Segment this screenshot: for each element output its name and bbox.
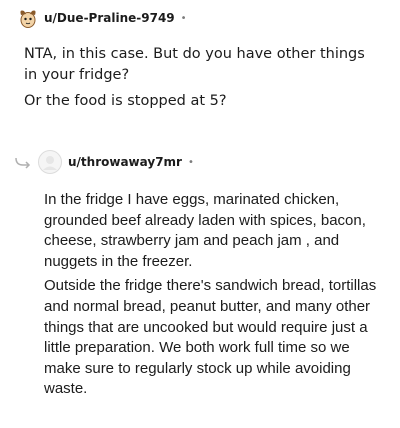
reply-body: In the fridge I have eggs, marinated chi…: [44, 190, 380, 404]
reply-arrow-icon: [14, 155, 32, 169]
comment-paragraph: NTA, in this case. But do you have other…: [24, 46, 365, 83]
comment-username[interactable]: u/Due-Praline-9749: [44, 11, 175, 25]
reply-username[interactable]: u/throwaway7mr: [68, 155, 182, 169]
separator-dot: •: [180, 12, 187, 24]
reply-header: u/throwaway7mr •: [14, 150, 194, 174]
reply-paragraph: In the fridge I have eggs, marinated chi…: [44, 191, 366, 270]
default-avatar-icon[interactable]: [38, 150, 62, 174]
reply-paragraph: Outside the fridge there's sandwich brea…: [44, 277, 377, 398]
comment-paragraph: Or the food is stopped at 5?: [24, 93, 227, 109]
snoo-avatar-icon[interactable]: [18, 7, 38, 29]
separator-dot: •: [187, 156, 194, 168]
comment-header: u/Due-Praline-9749 •: [18, 6, 187, 30]
comment-body: NTA, in this case. But do you have other…: [24, 44, 380, 117]
